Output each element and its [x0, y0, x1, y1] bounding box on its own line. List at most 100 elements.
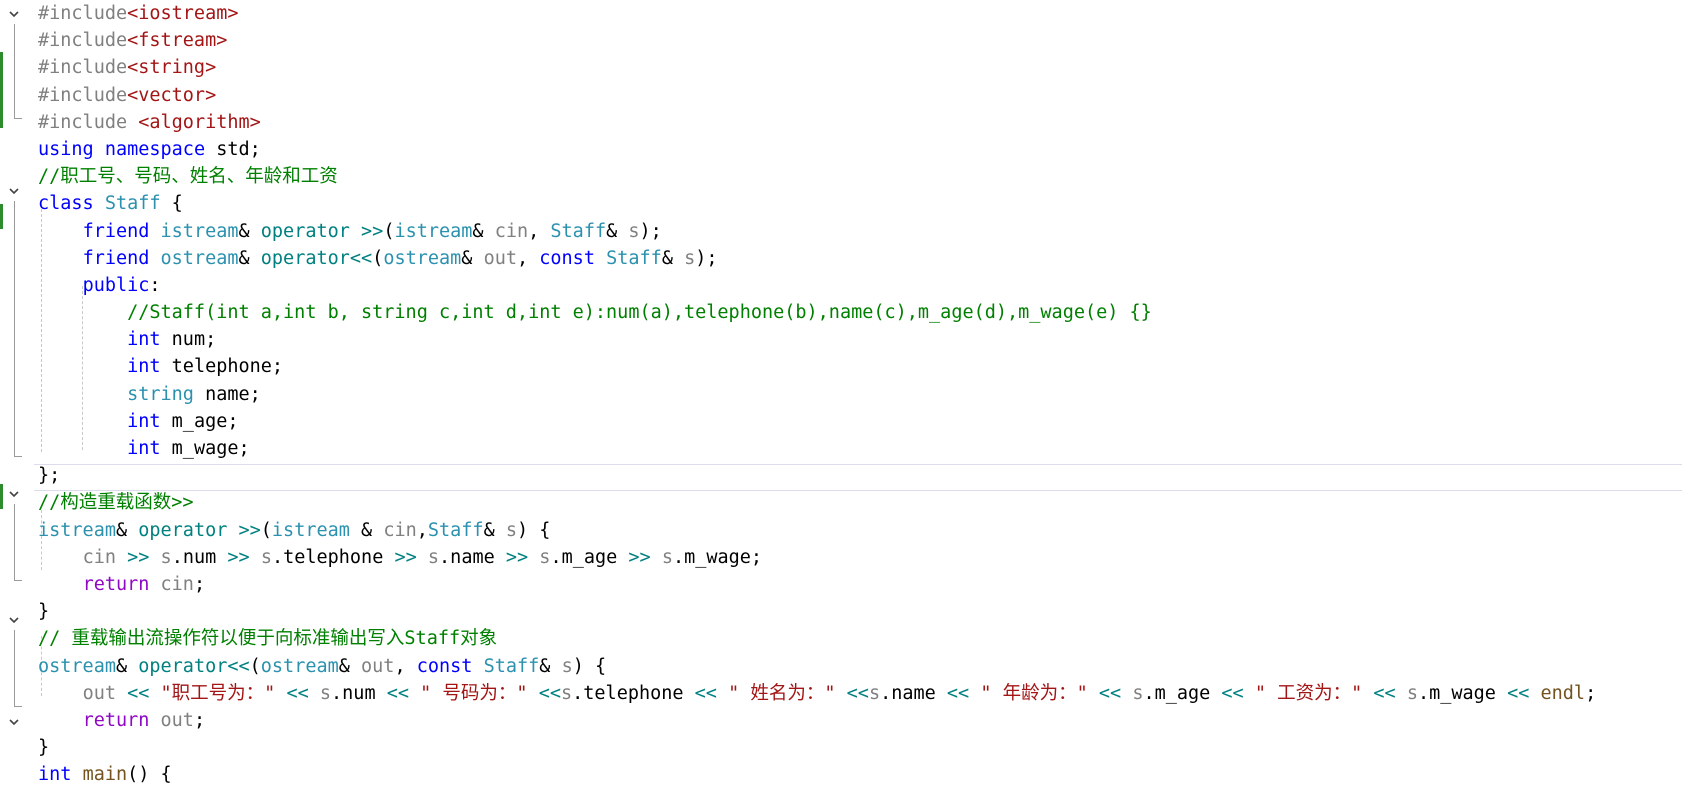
code-token: <string> [127, 57, 217, 79]
code-token: ( [383, 220, 395, 242]
code-line[interactable]: return out; [38, 707, 1596, 734]
chevron-down-icon[interactable] [8, 614, 20, 626]
code-token: cin [82, 546, 116, 568]
code-line[interactable]: } [38, 598, 1596, 625]
code-token: ( [249, 655, 261, 677]
chevron-down-icon[interactable] [8, 716, 20, 728]
code-line[interactable]: public: [38, 272, 1596, 299]
code-token: & [483, 519, 506, 541]
code-token: .m_age [550, 546, 629, 568]
chevron-down-icon[interactable] [8, 488, 20, 500]
code-token: operator<< [138, 655, 250, 677]
code-token: endl [1540, 682, 1586, 704]
code-line[interactable]: string name; [38, 381, 1596, 408]
code-token: .telephone [572, 682, 695, 704]
code-token: & [238, 247, 261, 269]
code-token: cin [160, 573, 194, 595]
code-line[interactable]: ostream& operator<<(ostream& out, const … [38, 653, 1596, 680]
code-token: , [416, 519, 428, 541]
code-token: const [539, 247, 595, 269]
code-token: return [82, 573, 150, 595]
code-editor[interactable]: #include<iostream> #include<fstream> #incl… [0, 0, 1682, 787]
code-line[interactable]: int telephone; [38, 353, 1596, 380]
code-line[interactable]: friend istream& operator >>(istream& cin… [38, 218, 1596, 245]
code-line[interactable]: cin >> s.num >> s.telephone >> s.name >>… [38, 544, 1596, 571]
code-line[interactable]: #include <algorithm> [38, 109, 1596, 136]
code-line[interactable]: //构造重载函数>> [38, 489, 1596, 516]
chevron-down-icon[interactable] [8, 185, 20, 197]
code-token: out [160, 709, 194, 731]
code-line[interactable]: //职工号、号码、姓名、年龄和工资 [38, 163, 1596, 190]
code-token: s [628, 220, 640, 242]
chevron-down-icon[interactable] [8, 8, 20, 20]
code-line[interactable]: //Staff(int a,int b, string c,int d,int … [38, 299, 1596, 326]
code-token: out [483, 247, 517, 269]
code-token: name; [193, 383, 261, 405]
code-token: >> [227, 546, 250, 568]
code-line[interactable]: return cin; [38, 571, 1596, 598]
code-token: & [461, 247, 484, 269]
code-token: s [319, 682, 332, 704]
code-line[interactable]: // 重载输出流操作符以便于向标准输出写入Staff对象 [38, 625, 1596, 652]
code-token: s [684, 247, 696, 269]
code-line[interactable]: using namespace std; [38, 136, 1596, 163]
code-token: .name [439, 546, 506, 568]
code-token: , [528, 220, 551, 242]
code-token: m_wage; [160, 438, 250, 459]
code-token: s [1406, 682, 1418, 704]
code-line[interactable]: istream& operator >>(istream & cin,Staff… [38, 517, 1596, 544]
code-token: //职工号、号码、姓名、年龄和工资 [38, 166, 338, 188]
code-line[interactable]: friend ostream& operator<<(ostream& out,… [38, 245, 1596, 272]
code-token: "职工号为：" [160, 682, 276, 704]
code-token: { [160, 193, 183, 215]
code-token: string [127, 383, 194, 405]
code-token: ostream [160, 247, 239, 269]
code-token: telephone; [160, 356, 284, 378]
code-token: " 号码为：" [420, 682, 528, 704]
fold-region-end [14, 118, 22, 119]
code-token: cin [494, 220, 529, 242]
code-token: << [538, 682, 561, 704]
code-token: ); [639, 220, 662, 242]
code-token: & [238, 220, 261, 242]
code-line[interactable]: int m_age; [38, 408, 1596, 435]
change-marker [0, 52, 3, 128]
code-line[interactable]: #include<vector> [38, 82, 1596, 109]
code-token: } [38, 737, 50, 759]
code-token: .m_wage [1417, 682, 1508, 704]
code-token: << [1373, 682, 1396, 704]
code-line[interactable]: } [38, 734, 1596, 761]
code-line[interactable]: #include<string> [38, 54, 1596, 81]
code-token: out [82, 682, 116, 704]
code-token: operator >> [138, 519, 261, 541]
code-token: ); [695, 247, 718, 269]
code-line[interactable]: #include<fstream> [38, 27, 1596, 54]
code-line[interactable]: }; [38, 462, 1596, 489]
code-token: & [115, 655, 139, 677]
code-text[interactable]: #include<iostream> #include<fstream> #incl… [38, 0, 1596, 787]
code-token: ; [193, 573, 206, 595]
code-line[interactable]: class Staff { [38, 190, 1596, 217]
code-token: int [127, 410, 161, 432]
fold-region-line [14, 24, 15, 118]
code-line[interactable]: int num; [38, 326, 1596, 353]
code-line[interactable]: int main() { [38, 761, 1596, 787]
code-line[interactable]: #include<iostream> [38, 0, 1596, 27]
code-token: .name [880, 682, 947, 704]
code-line[interactable]: int m_wage; [38, 435, 1596, 462]
fold-region-end [14, 456, 22, 457]
code-token: main [82, 764, 128, 786]
code-token: ) { [572, 655, 607, 677]
code-line[interactable]: out << "职工号为：" << s.num << " 号码为：" <<s.t… [38, 680, 1597, 707]
code-token: int [127, 356, 161, 378]
